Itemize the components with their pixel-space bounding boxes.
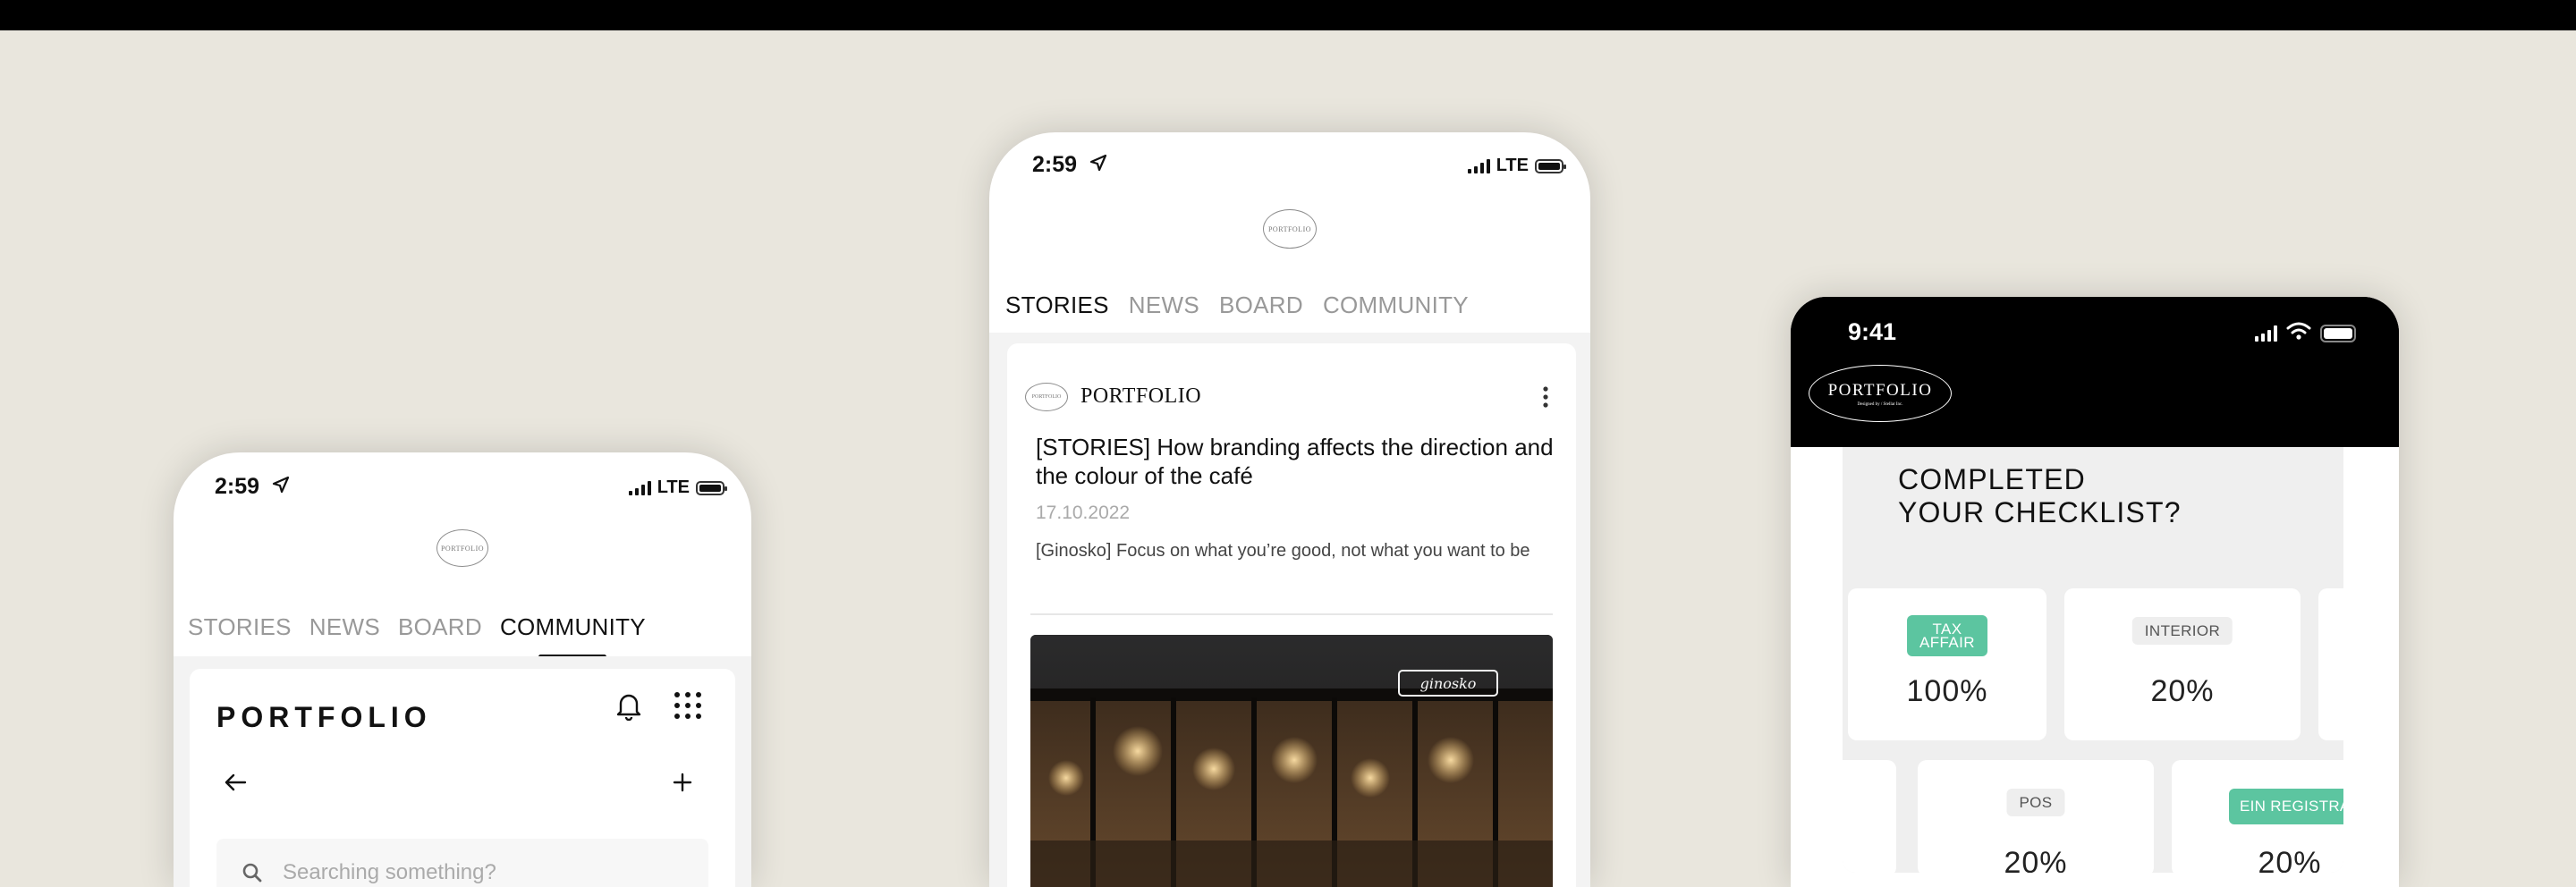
wifi-icon bbox=[2286, 322, 2311, 344]
location-arrow-icon bbox=[1089, 154, 1107, 176]
tab-community[interactable]: COMMUNITY bbox=[1323, 291, 1469, 328]
tab-stories[interactable]: STORIES bbox=[1005, 291, 1109, 328]
status-indicators: LTE bbox=[1467, 156, 1566, 176]
back-arrow-icon[interactable] bbox=[224, 773, 247, 797]
story-excerpt: [Ginosko] Focus on what you’re good, not… bbox=[1036, 541, 1530, 561]
status-badge: EIN REGISTRATION bbox=[2229, 789, 2343, 824]
completion-percent: 20% bbox=[2258, 846, 2322, 873]
content-area: COMPLETED YOUR CHECKLIST? TAX AFFAIR 100… bbox=[1791, 447, 2399, 887]
phone-stories: 2:59 LTE PORTFOLIO STORIES NEWS BOARD CO… bbox=[989, 132, 1590, 887]
story-title[interactable]: [STORIES] How branding affects the direc… bbox=[1036, 433, 1555, 490]
phone-checklist: 9:41 PORTFOLIO Designed by / Stellar Inc… bbox=[1791, 297, 2399, 887]
community-brand: PORTFOLIO bbox=[216, 701, 432, 733]
signal-icon bbox=[2255, 325, 2277, 342]
status-badge: TAX AFFAIR bbox=[1907, 615, 1987, 656]
battery-icon bbox=[2320, 324, 2356, 342]
phone-community: 2:59 LTE PORTFOLIO STORIES NEWS BOARD CO… bbox=[174, 452, 751, 887]
status-badge: INTERIOR bbox=[2131, 617, 2233, 645]
signal-icon bbox=[628, 480, 651, 495]
tab-bar: STORIES NEWS BOARD COMMUNITY bbox=[1005, 291, 1469, 328]
tab-news[interactable]: NEWS bbox=[1129, 291, 1199, 328]
network-label: LTE bbox=[657, 477, 690, 497]
checklist-item-partial-left[interactable] bbox=[1843, 760, 1896, 873]
search-input[interactable]: Searching something? bbox=[283, 860, 496, 885]
tab-board[interactable]: BOARD bbox=[1219, 291, 1303, 328]
checklist-heading: COMPLETED YOUR CHECKLIST? bbox=[1898, 463, 2182, 528]
completion-percent: 100% bbox=[1906, 674, 1988, 708]
bell-icon[interactable] bbox=[615, 690, 642, 725]
status-time: 9:41 bbox=[1848, 318, 1897, 345]
portfolio-logo: PORTFOLIO bbox=[436, 529, 488, 567]
status-time: 2:59 bbox=[1032, 152, 1078, 177]
status-indicators: LTE bbox=[628, 477, 727, 498]
divider bbox=[1030, 613, 1553, 615]
more-options-icon[interactable] bbox=[1542, 386, 1549, 412]
status-time: 2:59 bbox=[215, 474, 260, 499]
status-bar: 2:59 LTE bbox=[989, 132, 1590, 186]
tab-board[interactable]: BOARD bbox=[398, 613, 482, 650]
top-black-bar bbox=[0, 0, 2576, 30]
location-arrow-icon bbox=[272, 476, 290, 498]
battery-icon bbox=[1535, 158, 1566, 173]
tab-news[interactable]: NEWS bbox=[309, 613, 380, 650]
checklist-item-tax-affair[interactable]: TAX AFFAIR 100% bbox=[1848, 588, 2046, 740]
status-bar: 2:59 LTE bbox=[174, 452, 751, 506]
cafe-sign-text: ginosko bbox=[1420, 675, 1477, 692]
search-field[interactable]: Searching something? bbox=[216, 839, 708, 887]
cafe-photo: ginosko bbox=[1030, 635, 1553, 887]
app-header: 9:41 PORTFOLIO Designed by / Stellar Inc… bbox=[1791, 297, 2399, 447]
tab-bar: STORIES NEWS BOARD COMMUNITY bbox=[188, 613, 646, 650]
signal-icon bbox=[1467, 158, 1490, 173]
portfolio-logo: PORTFOLIO Designed by / Stellar Inc. bbox=[1809, 365, 1952, 422]
checklist-item-pos[interactable]: POS 20% bbox=[1918, 760, 2154, 873]
checklist-item-partial[interactable] bbox=[2318, 588, 2343, 740]
checklist-item-ein-registration[interactable]: EIN REGISTRATION 20% bbox=[2172, 760, 2343, 873]
tab-stories[interactable]: STORIES bbox=[188, 613, 292, 650]
community-panel: PORTFOLIO Searching something? bbox=[190, 669, 735, 887]
portfolio-logo: PORTFOLIO bbox=[1263, 209, 1317, 249]
add-icon[interactable] bbox=[673, 773, 692, 797]
tab-community[interactable]: COMMUNITY bbox=[500, 613, 646, 650]
status-indicators bbox=[2255, 322, 2356, 344]
completion-percent: 20% bbox=[2150, 674, 2215, 708]
author-name: PORTFOLIO bbox=[1080, 384, 1202, 408]
cafe-night-image: ginosko bbox=[1030, 635, 1553, 887]
status-badge: POS bbox=[2006, 789, 2065, 816]
story-card[interactable]: PORTFOLIO PORTFOLIO [STORIES] How brandi… bbox=[1007, 343, 1576, 887]
search-icon bbox=[242, 862, 263, 887]
author-avatar: PORTFOLIO bbox=[1025, 383, 1068, 411]
battery-icon bbox=[696, 480, 727, 495]
checklist-item-interior[interactable]: INTERIOR 20% bbox=[2064, 588, 2301, 740]
checklist-panel: COMPLETED YOUR CHECKLIST? TAX AFFAIR 100… bbox=[1843, 447, 2343, 873]
completion-percent: 20% bbox=[2004, 846, 2068, 873]
network-label: LTE bbox=[1496, 156, 1529, 175]
story-date: 17.10.2022 bbox=[1036, 503, 1131, 523]
apps-grid-icon[interactable] bbox=[673, 690, 703, 725]
